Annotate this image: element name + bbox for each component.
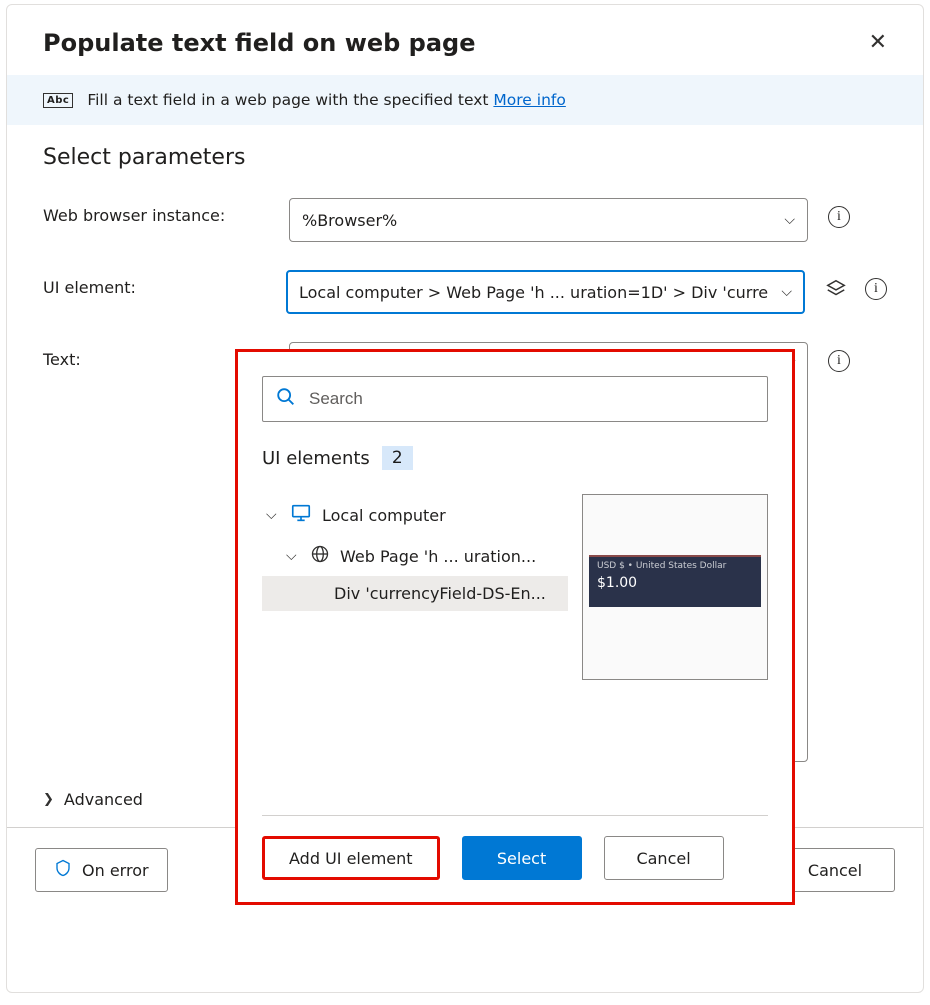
shield-icon — [54, 858, 72, 882]
search-icon — [275, 386, 297, 412]
browser-combo-value: %Browser% — [302, 211, 397, 230]
on-error-label: On error — [82, 861, 149, 880]
select-button[interactable]: Select — [462, 836, 582, 880]
layers-icon[interactable] — [825, 278, 847, 300]
ui-elements-title: UI elements — [262, 448, 370, 469]
tree-child[interactable]: ⌵ Web Page 'h ... uration... — [262, 536, 568, 576]
label-browser: Web browser instance: — [43, 198, 289, 225]
ui-elements-header: UI elements 2 — [262, 446, 768, 470]
ui-element-combo-value: Local computer > Web Page 'h ... uration… — [299, 283, 768, 302]
info-icon[interactable]: i — [865, 278, 887, 300]
picker-cancel-button[interactable]: Cancel — [604, 836, 724, 880]
ui-element-combo[interactable]: Local computer > Web Page 'h ... uration… — [286, 270, 805, 314]
param-browser: Web browser instance: %Browser% ⌵ i — [43, 198, 887, 242]
dialog-header: Populate text field on web page ✕ — [7, 5, 923, 75]
tree-root-label: Local computer — [322, 506, 446, 525]
chevron-down-icon: ⌵ — [286, 548, 300, 564]
on-error-button[interactable]: On error — [35, 848, 168, 892]
computer-icon — [290, 502, 312, 528]
element-preview: USD $ • United States Dollar $1.00 — [582, 494, 768, 680]
picker-footer: Add UI element Select Cancel — [262, 815, 768, 902]
add-ui-element-button[interactable]: Add UI element — [262, 836, 440, 880]
ui-element-picker: UI elements 2 ⌵ Local computer ⌵ — [235, 349, 795, 905]
close-icon[interactable]: ✕ — [869, 32, 887, 54]
info-icon[interactable]: i — [828, 206, 850, 228]
text-field-icon: Abc — [43, 93, 73, 108]
more-info-link[interactable]: More info — [493, 91, 565, 109]
dialog: Populate text field on web page ✕ Abc Fi… — [6, 4, 924, 993]
info-text: Fill a text field in a web page with the… — [87, 91, 566, 109]
search-box[interactable] — [262, 376, 768, 422]
chevron-down-icon: ⌵ — [266, 507, 280, 523]
element-tree: ⌵ Local computer ⌵ Web Pag — [262, 494, 568, 815]
ui-elements-count: 2 — [382, 446, 413, 470]
preview-line1: USD $ • United States Dollar — [597, 561, 753, 571]
info-icon[interactable]: i — [828, 350, 850, 372]
tree-root[interactable]: ⌵ Local computer — [262, 494, 568, 536]
preview-line2: $1.00 — [597, 575, 753, 591]
dialog-title: Populate text field on web page — [43, 29, 476, 57]
search-input[interactable] — [307, 388, 755, 410]
section-title: Select parameters — [43, 145, 887, 170]
globe-icon — [310, 544, 330, 568]
chevron-down-icon: ⌵ — [781, 284, 792, 300]
label-ui-element: UI element: — [43, 270, 286, 297]
browser-combo[interactable]: %Browser% ⌵ — [289, 198, 808, 242]
chevron-down-icon: ⌵ — [784, 212, 795, 228]
info-bar: Abc Fill a text field in a web page with… — [7, 75, 923, 125]
chevron-right-icon: ❯ — [43, 792, 54, 807]
param-ui-element: UI element: Local computer > Web Page 'h… — [43, 270, 887, 314]
tree-child-label: Web Page 'h ... uration... — [340, 547, 536, 566]
tree-leaf[interactable]: Div 'currencyField-DS-En... — [262, 576, 568, 611]
tree-leaf-label: Div 'currencyField-DS-En... — [334, 584, 546, 603]
advanced-label: Advanced — [64, 790, 143, 809]
